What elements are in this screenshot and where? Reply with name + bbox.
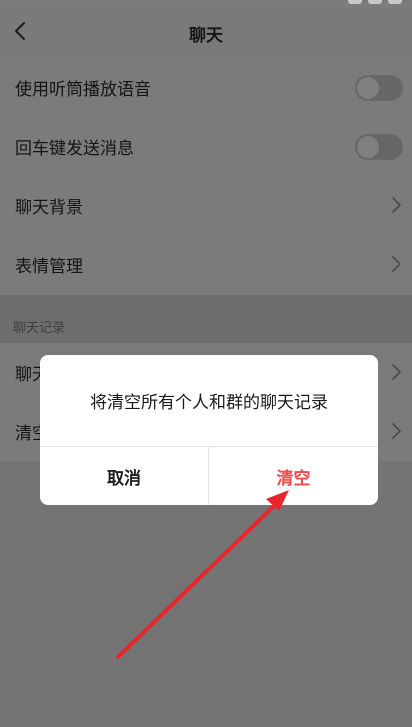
confirm-clear-dialog: 将清空所有个人和群的聊天记录 取消 清空 (40, 355, 378, 505)
setting-enter-to-send[interactable]: 回车键发送消息 (0, 117, 412, 176)
setting-chat-background[interactable]: 聊天背景 (0, 176, 412, 235)
status-bar (0, 0, 412, 8)
section-title-chat-records: 聊天记录 (13, 321, 66, 336)
chevron-right-icon (392, 364, 401, 380)
setting-sticker-management[interactable]: 表情管理 (0, 235, 412, 294)
chevron-right-icon (392, 256, 401, 272)
nav-bar: 聊天 (0, 8, 412, 58)
dialog-message: 将清空所有个人和群的聊天记录 (90, 393, 328, 413)
earpiece-voice-toggle[interactable] (355, 75, 403, 101)
enter-to-send-toggle[interactable] (355, 134, 403, 160)
toggle-knob (357, 77, 379, 99)
setting-earpiece-voice[interactable]: 使用听筒播放语音 (0, 58, 412, 117)
chat-settings-list: 使用听筒播放语音 回车键发送消息 聊天背景 表情管理 (0, 58, 412, 294)
chevron-right-icon (392, 423, 401, 439)
setting-label: 表情管理 (15, 257, 83, 277)
back-arrow-icon[interactable] (10, 20, 32, 42)
status-icons (348, 0, 402, 4)
setting-label: 回车键发送消息 (15, 139, 134, 159)
setting-label: 聊天背景 (15, 198, 83, 218)
toggle-knob (357, 136, 379, 158)
page-title: 聊天 (189, 25, 223, 46)
confirm-clear-button[interactable]: 清空 (209, 447, 378, 505)
setting-label: 使用听筒播放语音 (15, 80, 151, 100)
cancel-button[interactable]: 取消 (40, 447, 208, 505)
chevron-right-icon (392, 197, 401, 213)
